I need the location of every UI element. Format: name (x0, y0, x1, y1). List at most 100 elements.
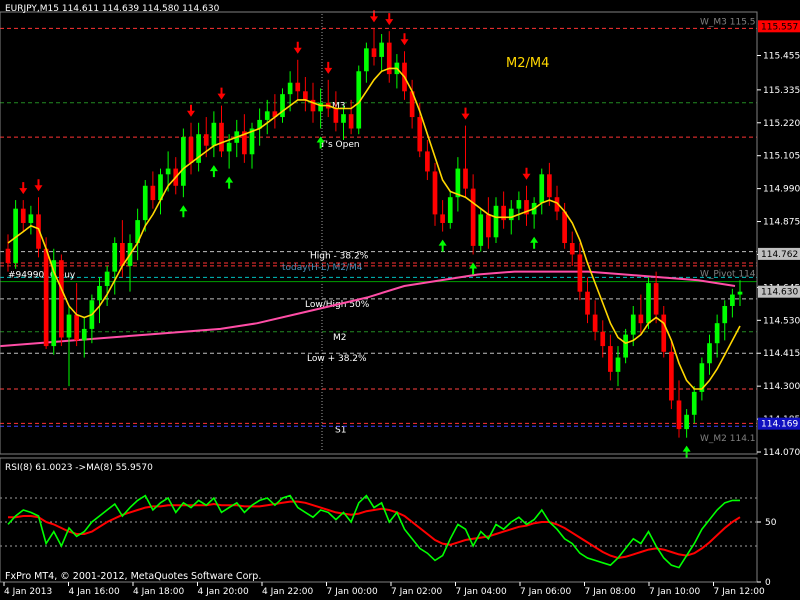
time-tick-label: 4 Jan 18:00 (133, 587, 185, 597)
price-tick-label: 114.990 (763, 185, 800, 195)
rsi-tick-label: 50 (765, 518, 777, 528)
time-tick-label: 4 Jan 2013 (4, 587, 52, 597)
candle-body (669, 351, 674, 401)
candle-body (577, 254, 583, 292)
level-label: #9499016 buy (8, 271, 76, 281)
candle-body (547, 174, 552, 198)
candle-body (585, 291, 590, 315)
time-tick-label: 4 Jan 16:00 (69, 587, 121, 597)
candle-body (150, 185, 156, 201)
price-tick-label: 114.070 (763, 448, 800, 458)
time-tick-label: 7 Jan 06:00 (520, 587, 572, 597)
candle-body (425, 151, 430, 172)
candle-body (165, 168, 171, 175)
price-tag-label: 115.557 (761, 22, 798, 32)
candle-body (447, 197, 453, 223)
candle-body (432, 171, 438, 215)
price-tick-label: 114.300 (763, 382, 800, 392)
annotation-m2-m4: M2/M4 (506, 56, 549, 71)
candle-body (493, 205, 499, 238)
candle-body (707, 343, 712, 364)
candle-body (219, 122, 224, 152)
price-tag-label: 114.630 (761, 288, 798, 298)
candle-body (630, 314, 636, 335)
candle-body (539, 174, 545, 203)
candle-body (112, 243, 118, 272)
candle-body (440, 214, 445, 223)
time-tick-label: 4 Jan 22:00 (262, 587, 314, 597)
level-label: S1 (335, 425, 346, 435)
candle-body (364, 48, 369, 72)
candle-body (722, 306, 728, 324)
level-label: today(H-L) M2/M4 (282, 263, 363, 273)
time-tick-label: 7 Jan 02:00 (391, 587, 443, 597)
time-tick-label: 7 Jan 08:00 (585, 587, 637, 597)
candle-body (470, 188, 476, 246)
candle-body (379, 42, 384, 57)
candle-body (43, 248, 49, 347)
candle-body (730, 294, 735, 306)
candle-body (691, 391, 697, 415)
price-tick-label: 115.105 (763, 152, 800, 162)
candle-body (417, 117, 423, 152)
candle-body (264, 111, 270, 120)
candle-body (615, 357, 621, 372)
time-tick-label: 4 Jan 20:00 (198, 587, 250, 597)
time-tick-label: 7 Jan 10:00 (649, 587, 701, 597)
price-tick-label: 115.335 (763, 86, 800, 96)
candle-body (97, 285, 102, 301)
candle-body (295, 82, 301, 92)
candle-body (287, 82, 293, 95)
candle-body (333, 108, 339, 123)
mt4-chart-window: W_M3 115.5M3T's OpenHigh - 38.2%today(H-… (0, 0, 800, 600)
candle-body (592, 314, 598, 332)
candle-body (203, 134, 209, 146)
level-label: High - 38.2% (310, 252, 369, 262)
copyright-text: FxPro MT4, © 2001-2012, MetaQuotes Softw… (5, 571, 261, 582)
level-label: Low + 38.2% (307, 354, 367, 364)
candle-body (600, 331, 606, 347)
candle-body (181, 137, 186, 186)
price-tick-label: 115.220 (763, 119, 800, 129)
time-tick-label: 7 Jan 00:00 (327, 587, 379, 597)
candle-body (66, 314, 72, 338)
time-tick-label: 7 Jan 12:00 (714, 587, 766, 597)
candle-body (486, 214, 491, 238)
candle-body (211, 122, 217, 146)
candle-body (20, 208, 26, 223)
candle-body (646, 283, 651, 324)
candle-body (142, 185, 148, 221)
candle-body (508, 208, 514, 221)
rsi-header: RSI(8) 61.0023 ->MA(8) 55.9570 (5, 463, 153, 473)
chart-background (0, 0, 800, 600)
candle-body (562, 211, 567, 244)
candle-body (684, 414, 689, 430)
candle-body (661, 314, 667, 352)
candle-body (226, 142, 232, 152)
candle-body (371, 48, 377, 57)
candle-body (463, 168, 468, 189)
candle-body (28, 214, 34, 223)
price-tick-label: 114.875 (763, 218, 800, 228)
price-tick-label: 115.455 (763, 52, 800, 62)
candle-body (516, 200, 522, 209)
level-label: W_Pivot 114. (700, 269, 758, 279)
candle-body (623, 334, 628, 358)
level-label: W_M2 114.1 (700, 434, 756, 444)
level-label: T's Open (319, 140, 360, 150)
candle-body (478, 214, 484, 246)
candle-body (676, 400, 682, 430)
candle-body (737, 291, 743, 295)
candle-body (638, 314, 644, 324)
candle-body (280, 94, 285, 118)
candle-body (303, 91, 308, 100)
candle-body (188, 137, 194, 163)
price-tick-label: 114.415 (763, 349, 800, 359)
candle-body (318, 102, 323, 112)
time-tick-label: 7 Jan 04:00 (456, 587, 508, 597)
candle-body (5, 248, 11, 264)
rsi-tick-label: 0 (765, 578, 771, 588)
level-label: M2 (333, 333, 347, 343)
candle-body (341, 114, 346, 123)
candle-body (569, 243, 575, 255)
